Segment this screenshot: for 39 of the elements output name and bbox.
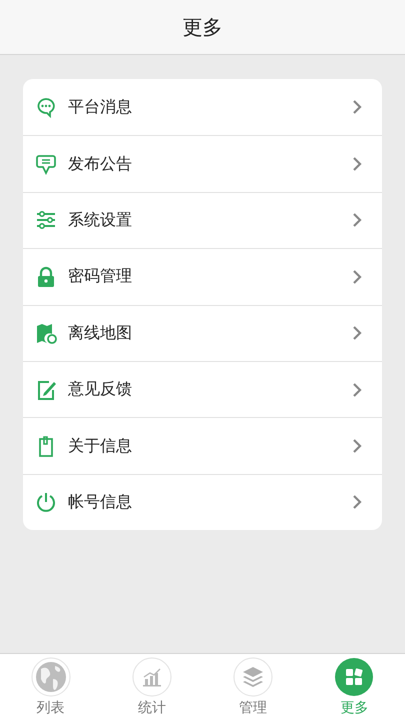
menu-item[interactable]: 离线地图 <box>23 304 382 361</box>
page-title: 更多 <box>182 14 222 40</box>
menu-item[interactable]: 密码管理 <box>23 248 382 305</box>
menu-item[interactable]: 发布公告 <box>23 135 382 192</box>
menu-item[interactable]: 意见反馈 <box>23 360 382 418</box>
globe-icon <box>30 657 71 697</box>
lock-icon <box>35 266 57 288</box>
menu-label: 帐号信息 <box>68 492 133 513</box>
chevron-icon <box>352 438 362 454</box>
layers-icon <box>233 657 274 697</box>
chat-icon <box>35 96 57 118</box>
chevron-icon <box>352 494 362 510</box>
chevron-icon <box>352 382 362 398</box>
menu-label: 发布公告 <box>68 154 133 175</box>
chevron-icon <box>352 325 362 342</box>
menu-label: 离线地图 <box>68 322 133 344</box>
sliders-icon <box>35 209 57 232</box>
chevron-icon <box>352 268 362 285</box>
menu-item[interactable]: 帐号信息 <box>23 474 382 530</box>
power-icon <box>35 491 57 514</box>
nav-tab[interactable]: 列表 <box>0 654 102 720</box>
menu-label: 系统设置 <box>68 210 133 231</box>
menu-item[interactable]: 关于信息 <box>23 417 382 474</box>
menu-label: 关于信息 <box>68 436 133 457</box>
chevron-icon <box>352 99 362 116</box>
menu-item[interactable]: 平台消息 <box>23 79 382 136</box>
chevron-icon <box>352 212 362 228</box>
notice-icon <box>35 153 57 176</box>
menu-label: 密码管理 <box>68 266 133 288</box>
edit-icon <box>35 378 57 401</box>
map-icon <box>35 322 57 344</box>
chart-icon <box>132 657 172 697</box>
grid-icon <box>334 657 374 697</box>
nav-tab[interactable]: 管理 <box>202 654 304 720</box>
menu-label: 平台消息 <box>68 96 133 118</box>
chevron-icon <box>352 156 362 172</box>
menu-item[interactable]: 系统设置 <box>23 192 382 248</box>
menu-label: 意见反馈 <box>68 379 133 400</box>
nav-tab[interactable]: 统计 <box>101 654 202 720</box>
